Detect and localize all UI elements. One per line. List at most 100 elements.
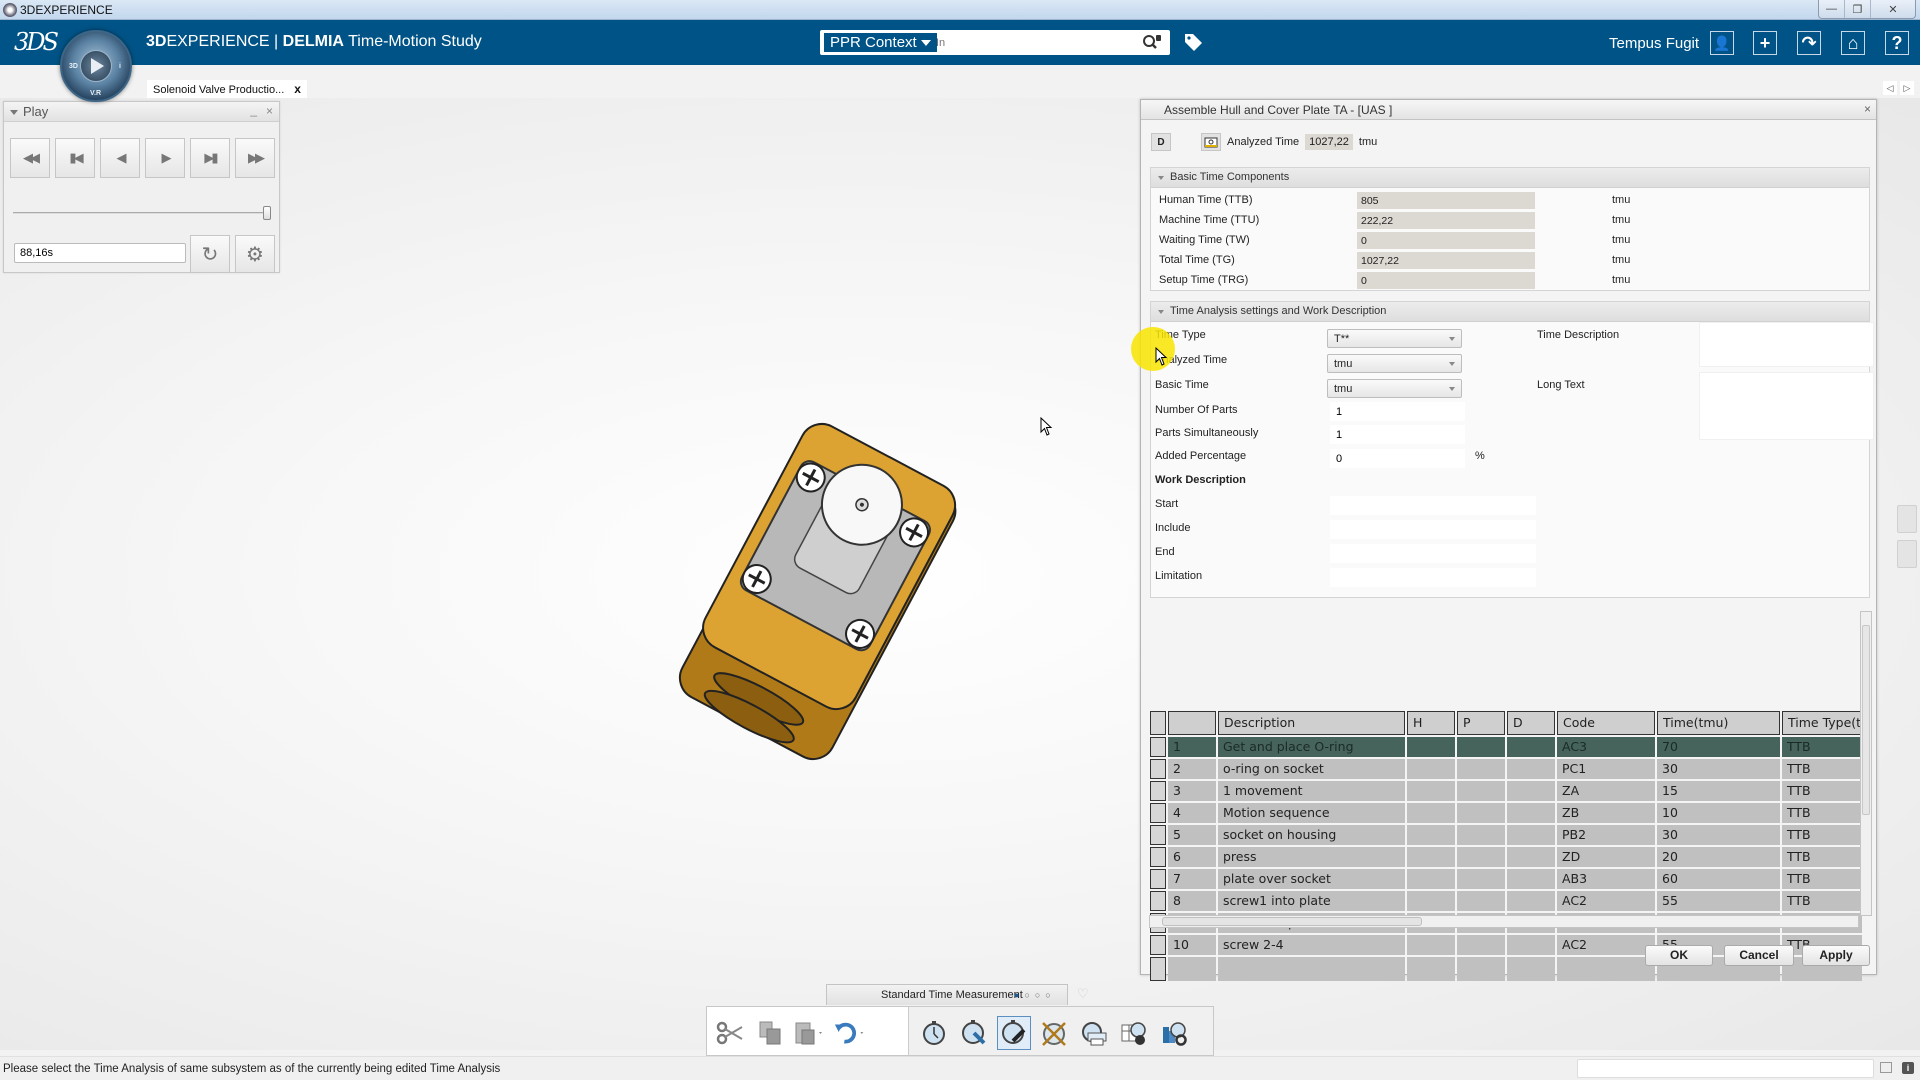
profile-button[interactable]: 👤 [1710, 31, 1734, 55]
prev-tab-arrow-icon[interactable]: ◁ [1883, 81, 1897, 95]
copy-icon[interactable] [753, 1016, 787, 1050]
table-row[interactable]: 6 press ZD 20 TTB [1150, 847, 1862, 871]
tag-icon[interactable] [1182, 31, 1204, 53]
ppr-context-dropdown[interactable]: PPR Context [824, 33, 937, 52]
cell-time[interactable]: 15 [1657, 781, 1780, 801]
column-header-time-type[interactable]: Time Type(tmu) [1782, 711, 1862, 735]
minimize-button[interactable]: — [1819, 0, 1845, 18]
help-button[interactable]: ? [1885, 31, 1909, 55]
share-button[interactable]: ↷ [1797, 31, 1821, 55]
table-horizontal-scrollbar[interactable] [1149, 915, 1859, 928]
cell-h[interactable] [1407, 847, 1455, 867]
user-name[interactable]: Tempus Fugit [1609, 35, 1699, 52]
cell-index[interactable]: 1 [1168, 737, 1216, 757]
stopwatch-edit-icon[interactable] [997, 1016, 1031, 1050]
cell-time[interactable]: 30 [1657, 825, 1780, 845]
cell-description[interactable]: screw1 into plate [1218, 891, 1405, 911]
cell-code[interactable]: PC1 [1557, 759, 1655, 779]
cell-p[interactable] [1457, 891, 1505, 911]
cell-p[interactable] [1457, 935, 1505, 955]
settings-button[interactable]: ⚙ [235, 235, 275, 273]
row-header[interactable] [1150, 781, 1166, 801]
cell-time[interactable]: 30 [1657, 759, 1780, 779]
cell-h[interactable] [1407, 935, 1455, 955]
cell-d[interactable] [1507, 759, 1555, 779]
timeline-slider[interactable] [13, 212, 271, 214]
ds-logo-icon[interactable]: 3DS [14, 28, 59, 56]
cell-time-type[interactable]: TTB [1782, 737, 1862, 757]
cell-d[interactable] [1507, 825, 1555, 845]
cell-description[interactable]: socket on housing [1218, 825, 1405, 845]
time-description-field[interactable] [1699, 322, 1874, 367]
analyzed-time-unit-select[interactable]: tmu [1327, 354, 1462, 373]
scrollbar-thumb[interactable] [1862, 625, 1870, 815]
corner-cell[interactable] [1150, 711, 1166, 735]
row-header[interactable] [1150, 869, 1166, 889]
side-toggle-icon[interactable] [1897, 505, 1917, 533]
step-back-button[interactable]: ▮◀ [55, 138, 95, 178]
cell-index[interactable]: 2 [1168, 759, 1216, 779]
cell-time[interactable]: 60 [1657, 869, 1780, 889]
add-button[interactable]: + [1753, 31, 1777, 55]
home-button[interactable]: ⌂ [1841, 31, 1865, 55]
table-row[interactable]: 8 screw1 into plate AC2 55 TTB [1150, 891, 1862, 915]
column-header-p[interactable]: P [1457, 711, 1505, 735]
time-value-field[interactable] [14, 243, 186, 263]
solenoid-valve-3d-model[interactable] [660, 410, 980, 770]
info-icon[interactable]: i [1902, 1062, 1914, 1074]
cell-time-type[interactable]: TTB [1782, 847, 1862, 867]
cell-p[interactable] [1457, 847, 1505, 867]
column-header-h[interactable]: H [1407, 711, 1455, 735]
timeline-slider-thumb[interactable] [263, 206, 271, 220]
cell-code[interactable]: AC2 [1557, 891, 1655, 911]
action-bar-tab[interactable]: Standard Time Measurement ●○○○ [826, 984, 1068, 1005]
row-header[interactable] [1150, 803, 1166, 823]
cell-h[interactable] [1407, 825, 1455, 845]
compass-play-icon[interactable] [91, 58, 104, 74]
added-percentage-input[interactable] [1330, 449, 1465, 468]
refresh-button[interactable]: ↻ [190, 235, 230, 273]
collapse-triangle-icon[interactable] [10, 110, 18, 115]
cell-time[interactable]: 70 [1657, 737, 1780, 757]
cut-icon[interactable] [713, 1016, 747, 1050]
basic-time-unit-select[interactable]: tmu [1327, 379, 1462, 398]
cell-time-type[interactable]: TTB [1782, 803, 1862, 823]
row-header[interactable] [1150, 825, 1166, 845]
cell-code[interactable]: ZD [1557, 847, 1655, 867]
stopwatch-delete-icon[interactable] [1037, 1016, 1071, 1050]
step-forward-button[interactable]: ▶▮ [190, 138, 230, 178]
cell-time-type[interactable]: TTB [1782, 781, 1862, 801]
include-input[interactable] [1330, 520, 1536, 539]
cell-d[interactable] [1507, 869, 1555, 889]
cell-p[interactable] [1457, 803, 1505, 823]
column-header-code[interactable]: Code [1557, 711, 1655, 735]
cell-code[interactable]: PB2 [1557, 825, 1655, 845]
action-bar-page-dots[interactable]: ●○○○ [1014, 985, 1056, 1005]
cell-p[interactable] [1457, 869, 1505, 889]
row-header[interactable] [1150, 847, 1166, 867]
search-input[interactable] [936, 34, 1126, 51]
cell-description[interactable]: press [1218, 847, 1405, 867]
cell-code[interactable]: ZA [1557, 781, 1655, 801]
play-backward-button[interactable]: ◀ [100, 138, 140, 178]
cell-time-type[interactable]: TTB [1782, 759, 1862, 779]
column-header-index[interactable] [1168, 711, 1216, 735]
end-input[interactable] [1330, 544, 1536, 563]
cell-code[interactable]: AB3 [1557, 869, 1655, 889]
table-vertical-scrollbar[interactable] [1860, 611, 1872, 916]
stopwatch-table-settings-icon[interactable] [1117, 1016, 1151, 1050]
table-row[interactable]: 1 Get and place O-ring AC3 70 TTB [1150, 737, 1862, 761]
start-input[interactable] [1330, 496, 1536, 515]
table-row[interactable]: 7 plate over socket AB3 60 TTB [1150, 869, 1862, 893]
close-window-button[interactable]: ✕ [1871, 0, 1915, 18]
cell-index[interactable]: 5 [1168, 825, 1216, 845]
cell-p[interactable] [1457, 825, 1505, 845]
cell-index[interactable]: 8 [1168, 891, 1216, 911]
cell-index[interactable]: 6 [1168, 847, 1216, 867]
table-row[interactable]: 31 movement ZA 15 TTB [1150, 781, 1862, 805]
cell-h[interactable] [1407, 869, 1455, 889]
cell-d[interactable] [1507, 891, 1555, 911]
cell-index[interactable]: 7 [1168, 869, 1216, 889]
long-text-field[interactable] [1699, 372, 1874, 440]
compass-widget[interactable]: 3D V.R i [60, 30, 132, 102]
